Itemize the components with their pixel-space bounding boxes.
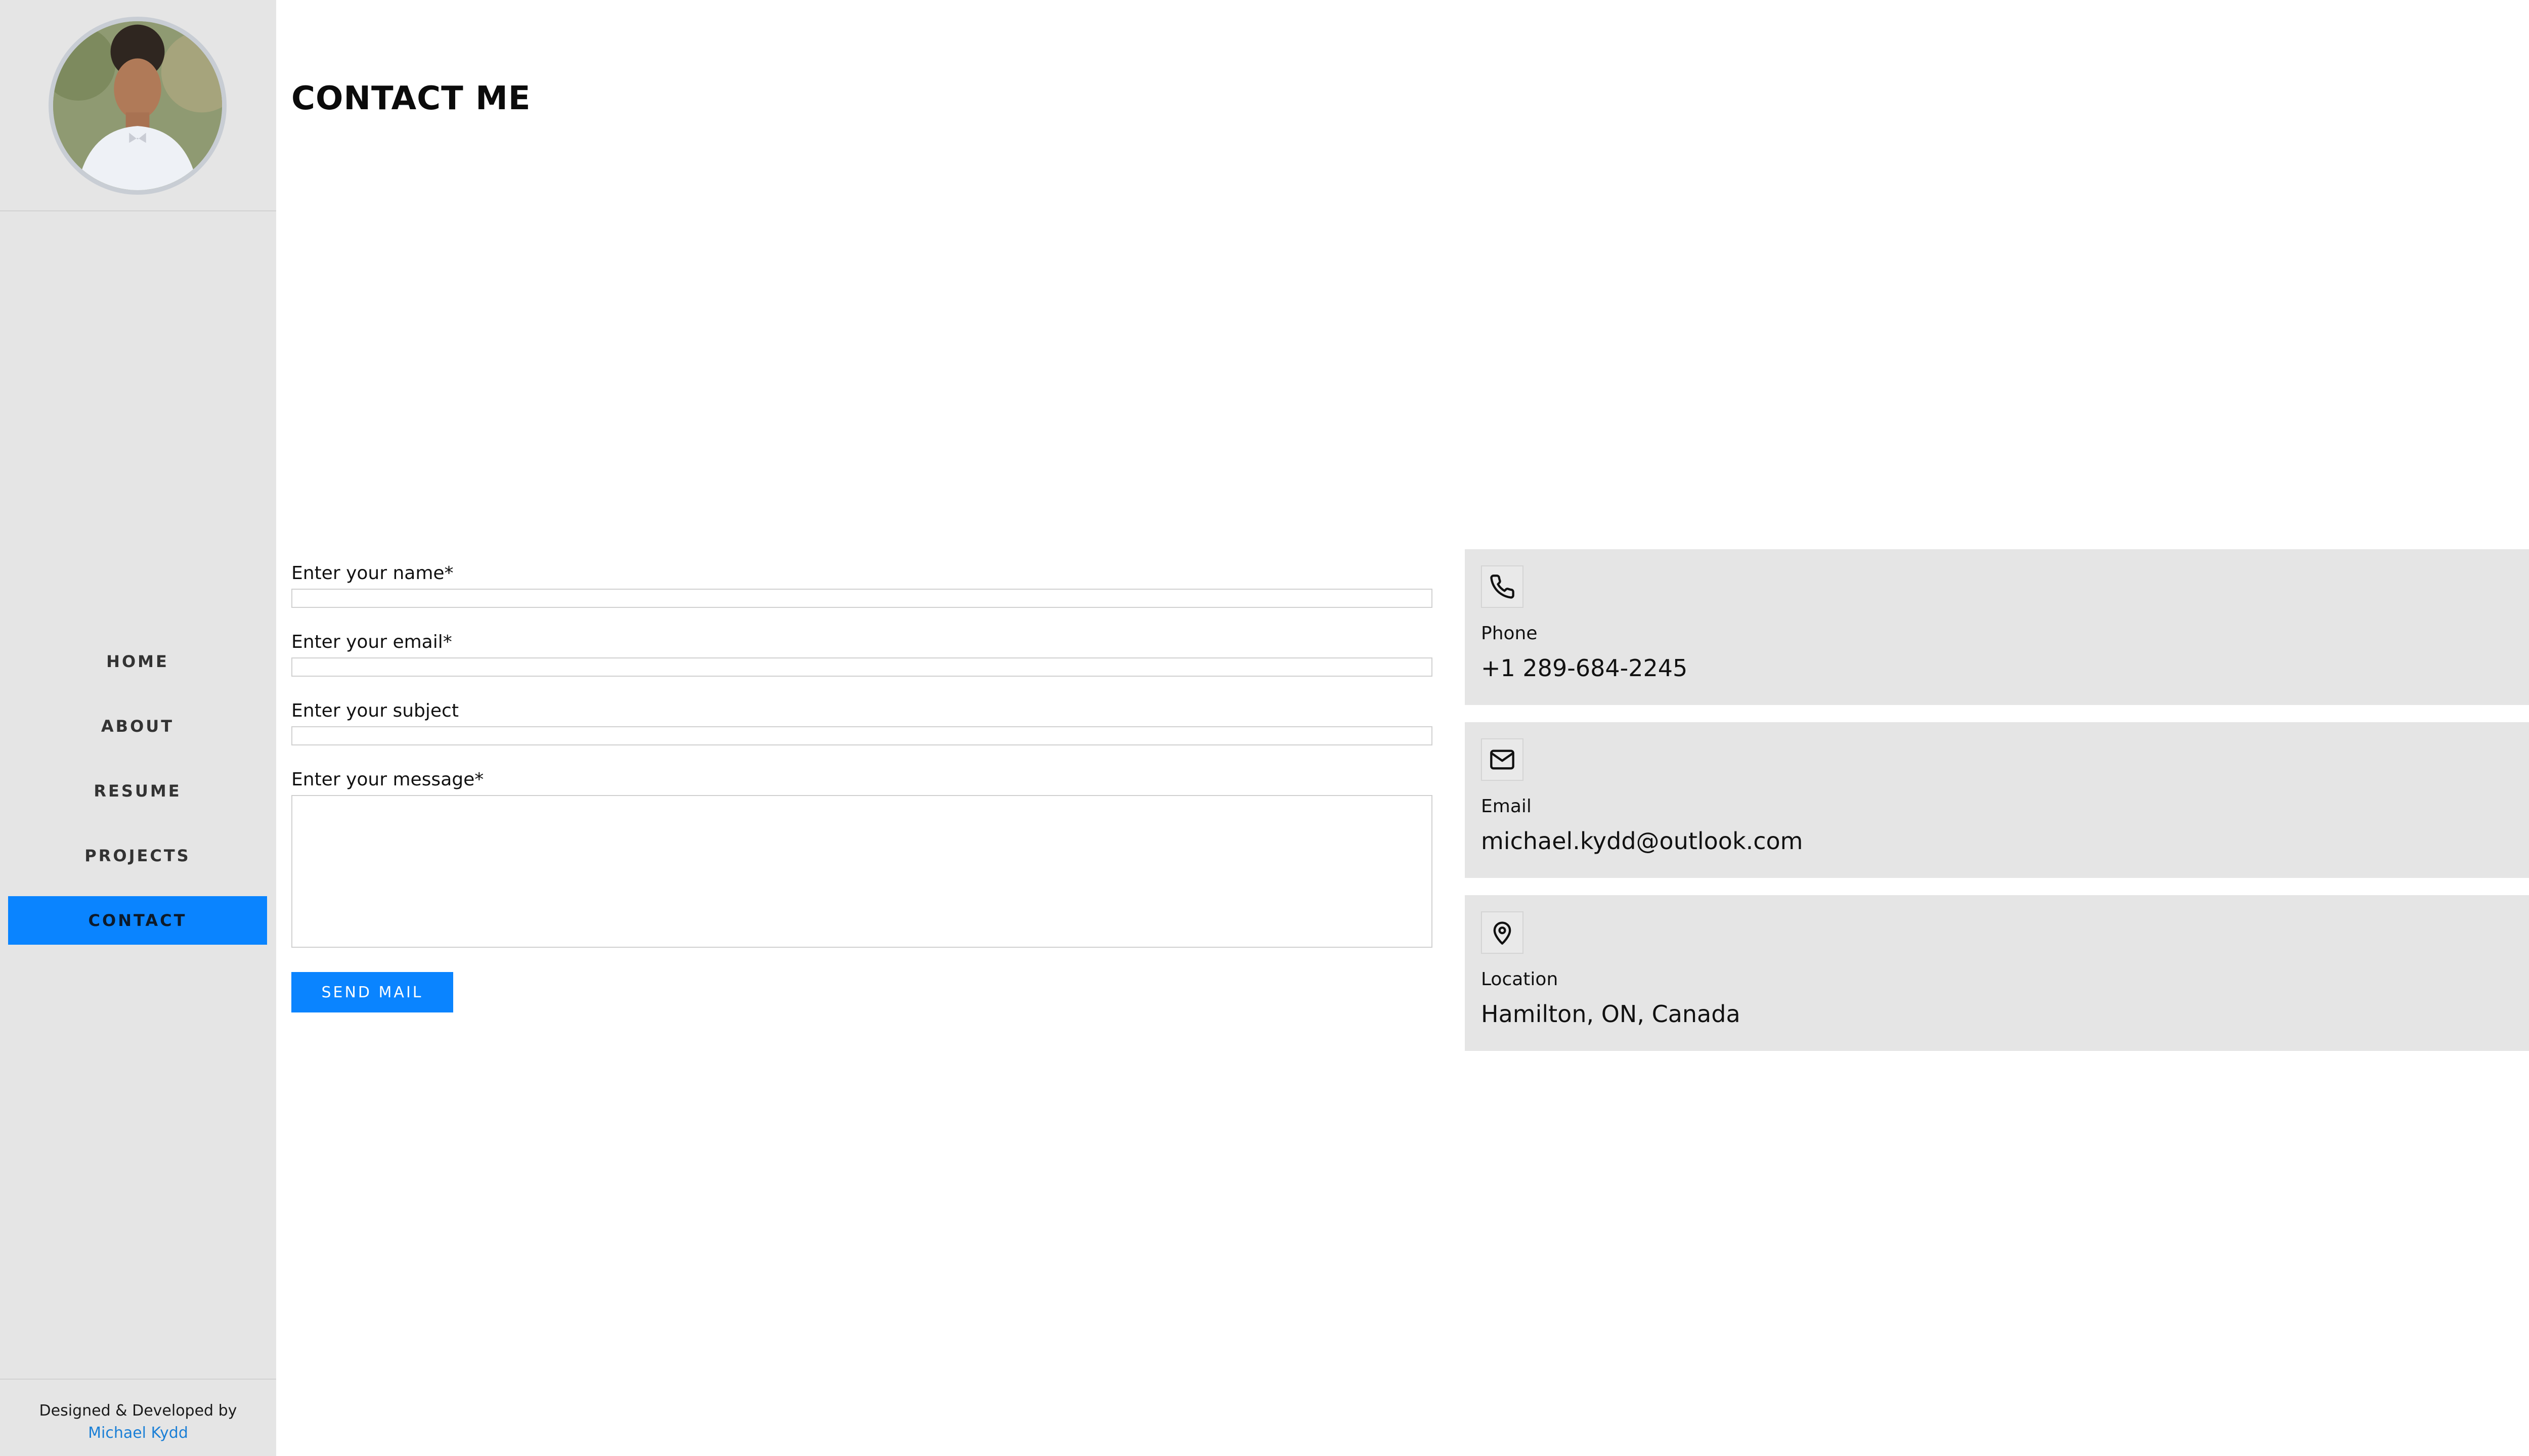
location-card: Location Hamilton, ON, Canada	[1465, 895, 2529, 1051]
subject-label: Enter your subject	[291, 700, 459, 721]
mail-icon	[1481, 738, 1523, 781]
sidebar-footer: Designed & Developed by Michael Kydd	[0, 1379, 276, 1456]
message-textarea[interactable]	[291, 795, 1432, 948]
email-card: Email michael.kydd@outlook.com	[1465, 722, 2529, 878]
nav-item-projects[interactable]: PROJECTS	[8, 831, 267, 880]
email-input[interactable]	[291, 657, 1432, 677]
footer-author-link[interactable]: Michael Kydd	[0, 1422, 276, 1444]
page-title: CONTACT ME	[291, 80, 531, 117]
email-label-text: Email	[1481, 796, 1532, 817]
contact-info-cards: Phone +1 289-684-2245 Email michael.kydd…	[1465, 549, 2529, 1068]
sidebar: HOME ABOUT RESUME PROJECTS CONTACT Desig…	[0, 0, 276, 1456]
send-mail-button[interactable]: SEND MAIL	[291, 972, 453, 1012]
profile-header	[0, 0, 276, 211]
avatar	[49, 17, 227, 195]
location-label: Location	[1481, 969, 1558, 990]
footer-credit: Designed & Developed by	[39, 1402, 237, 1420]
phone-value: +1 289-684-2245	[1481, 654, 1688, 682]
email-value: michael.kydd@outlook.com	[1481, 827, 1803, 855]
location-pin-icon	[1481, 911, 1523, 954]
name-label: Enter your name*	[291, 563, 454, 584]
message-label: Enter your message*	[291, 769, 484, 790]
contact-form: Enter your name* Enter your email* Enter…	[291, 561, 1432, 1012]
nav-item-contact[interactable]: CONTACT	[8, 896, 267, 945]
phone-icon	[1481, 565, 1523, 608]
nav-item-resume[interactable]: RESUME	[8, 767, 267, 815]
phone-card: Phone +1 289-684-2245	[1465, 549, 2529, 705]
nav-item-about[interactable]: ABOUT	[8, 702, 267, 751]
phone-label: Phone	[1481, 623, 1538, 644]
email-label: Enter your email*	[291, 632, 452, 652]
main-nav: HOME ABOUT RESUME PROJECTS CONTACT	[8, 637, 267, 961]
location-value: Hamilton, ON, Canada	[1481, 1000, 1740, 1028]
name-input[interactable]	[291, 589, 1432, 608]
subject-input[interactable]	[291, 726, 1432, 745]
nav-item-home[interactable]: HOME	[8, 637, 267, 686]
